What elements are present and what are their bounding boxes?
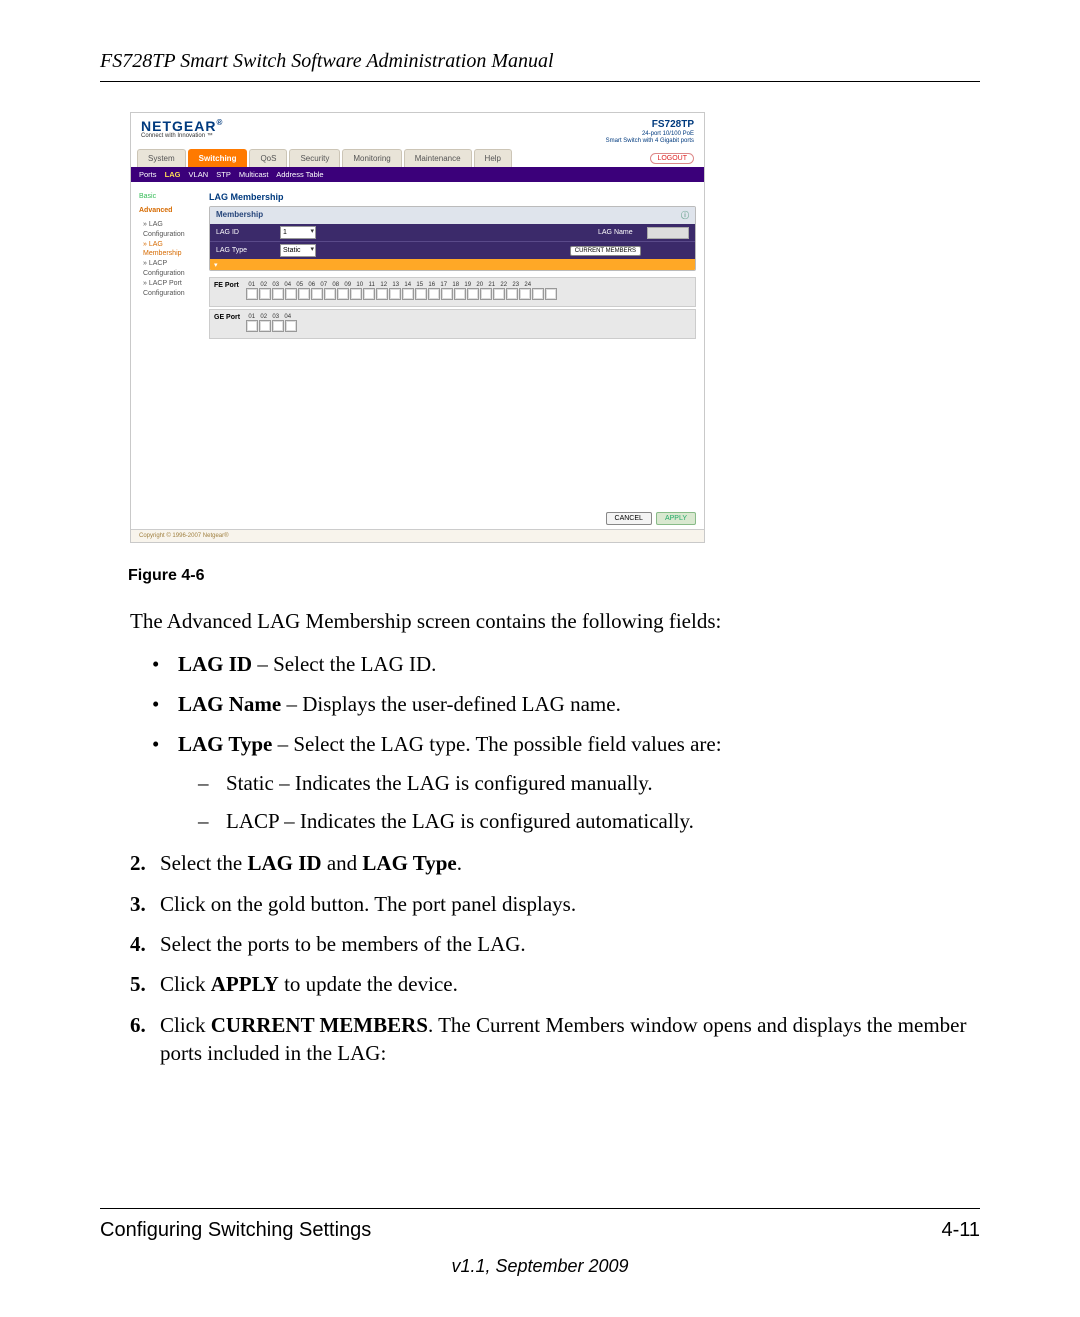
port-checkbox[interactable] (337, 288, 349, 300)
port-checkbox[interactable] (298, 288, 310, 300)
tab-maintenance[interactable]: Maintenance (404, 149, 472, 167)
port-checkbox[interactable] (454, 288, 466, 300)
field-lag-type-lacp: LACP – Indicates the LAG is configured a… (190, 807, 980, 835)
port-checkbox[interactable] (246, 320, 258, 332)
sidenav-advanced[interactable]: Advanced (139, 206, 201, 216)
tab-monitoring[interactable]: Monitoring (342, 149, 401, 167)
lag-type-select[interactable]: Static (280, 244, 316, 257)
ge-ports-panel: GE Port 01020304 (209, 309, 696, 339)
step-4: Select the ports to be members of the LA… (130, 930, 980, 958)
sidenav-basic[interactable]: Basic (139, 192, 201, 202)
sidenav: Basic Advanced » LAG Configuration » LAG… (139, 192, 201, 502)
subtab-stp[interactable]: STP (216, 170, 231, 179)
port-checkbox[interactable] (350, 288, 362, 300)
port-checkbox[interactable] (324, 288, 336, 300)
port-checkbox[interactable] (480, 288, 492, 300)
fe-ports-label: FE Port (214, 282, 244, 289)
subtab-multicast[interactable]: Multicast (239, 170, 269, 179)
field-lag-type: LAG Type – Select the LAG type. The poss… (152, 730, 980, 835)
tab-security[interactable]: Security (289, 149, 340, 167)
fe-ports-panel: FE Port 01020304050607080910111213141516… (209, 277, 696, 307)
port-checkbox[interactable] (259, 288, 271, 300)
sidenav-lacp-port-config[interactable]: » LACP Port Configuration (143, 279, 201, 299)
intro-text: The Advanced LAG Membership screen conta… (130, 607, 980, 635)
lag-id-select[interactable]: 1 (280, 226, 316, 239)
step-6: Click CURRENT MEMBERS. The Current Membe… (130, 1011, 980, 1068)
subtab-ports[interactable]: Ports (139, 170, 157, 179)
copyright-label: Copyright © 1996-2007 Netgear® (131, 529, 704, 542)
port-checkbox[interactable] (415, 288, 427, 300)
step-5: Click APPLY to update the device. (130, 970, 980, 998)
subtab-bar: Ports LAG VLAN STP Multicast Address Tab… (131, 167, 704, 182)
port-checkbox[interactable] (272, 320, 284, 332)
port-checkbox[interactable] (311, 288, 323, 300)
membership-box: Membershipⓘ LAG ID 1 LAG Name LAG Type S… (209, 206, 696, 271)
port-checkbox[interactable] (467, 288, 479, 300)
sidenav-lag-membership[interactable]: » LAG Membership (143, 240, 201, 260)
port-checkbox[interactable] (506, 288, 518, 300)
figure-caption: Figure 4-6 (128, 567, 980, 585)
footer-page: 4-11 (941, 1219, 980, 1242)
footer-section: Configuring Switching Settings (100, 1219, 371, 1242)
port-checkbox[interactable] (389, 288, 401, 300)
field-lag-id: LAG ID – Select the LAG ID. (152, 650, 980, 678)
port-checkbox[interactable] (272, 288, 284, 300)
port-checkbox[interactable] (259, 320, 271, 332)
membership-box-head: Membershipⓘ (210, 207, 695, 224)
port-checkbox[interactable] (519, 288, 531, 300)
port-checkbox[interactable] (545, 288, 557, 300)
port-checkbox[interactable] (285, 288, 297, 300)
lag-name-label: LAG Name (598, 229, 643, 236)
step-2: Select the LAG ID and LAG Type. (130, 849, 980, 877)
screenshot-lag-membership: NETGEAR® Connect with Innovation ™ FS728… (130, 112, 705, 543)
step-3: Click on the gold button. The port panel… (130, 890, 980, 918)
running-header: FS728TP Smart Switch Software Administra… (100, 50, 980, 73)
footer-rule (100, 1208, 980, 1209)
lag-name-field[interactable] (647, 227, 689, 239)
tab-switching[interactable]: Switching (188, 149, 248, 167)
port-checkbox[interactable] (428, 288, 440, 300)
ge-ports-label: GE Port (214, 314, 244, 321)
port-checkbox[interactable] (493, 288, 505, 300)
subtab-lag[interactable]: LAG (165, 170, 181, 179)
brand-logo: NETGEAR® Connect with Innovation ™ (141, 119, 223, 139)
apply-button[interactable]: APPLY (656, 512, 696, 525)
tab-system[interactable]: System (137, 149, 186, 167)
port-checkbox[interactable] (402, 288, 414, 300)
port-checkbox[interactable] (441, 288, 453, 300)
sidenav-lacp-config[interactable]: » LACP Configuration (143, 259, 201, 279)
port-checkbox[interactable] (532, 288, 544, 300)
sidenav-lag-config[interactable]: » LAG Configuration (143, 220, 201, 240)
footer-version: v1.1, September 2009 (100, 1256, 980, 1277)
port-checkbox[interactable] (376, 288, 388, 300)
port-checkbox[interactable] (285, 320, 297, 332)
logout-button[interactable]: LOGOUT (650, 153, 694, 164)
current-members-button[interactable]: CURRENT MEMBERS (570, 246, 641, 256)
port-checkbox[interactable] (363, 288, 375, 300)
lag-type-label: LAG Type (216, 247, 276, 254)
subtab-address-table[interactable]: Address Table (276, 170, 323, 179)
expand-gold-bar[interactable]: ▾ (210, 259, 695, 270)
tab-qos[interactable]: QoS (249, 149, 287, 167)
field-lag-type-static: Static – Indicates the LAG is configured… (190, 769, 980, 797)
header-rule (100, 81, 980, 82)
help-icon[interactable]: ⓘ (681, 210, 689, 221)
lag-id-label: LAG ID (216, 229, 276, 236)
cancel-button[interactable]: CANCEL (606, 512, 652, 525)
port-checkbox[interactable] (246, 288, 258, 300)
field-lag-name: LAG Name – Displays the user-defined LAG… (152, 690, 980, 718)
panel-title: LAG Membership (209, 192, 696, 202)
tab-help[interactable]: Help (474, 149, 512, 167)
subtab-vlan[interactable]: VLAN (189, 170, 209, 179)
model-label: FS728TP 24-port 10/100 PoE Smart Switch … (606, 119, 694, 145)
